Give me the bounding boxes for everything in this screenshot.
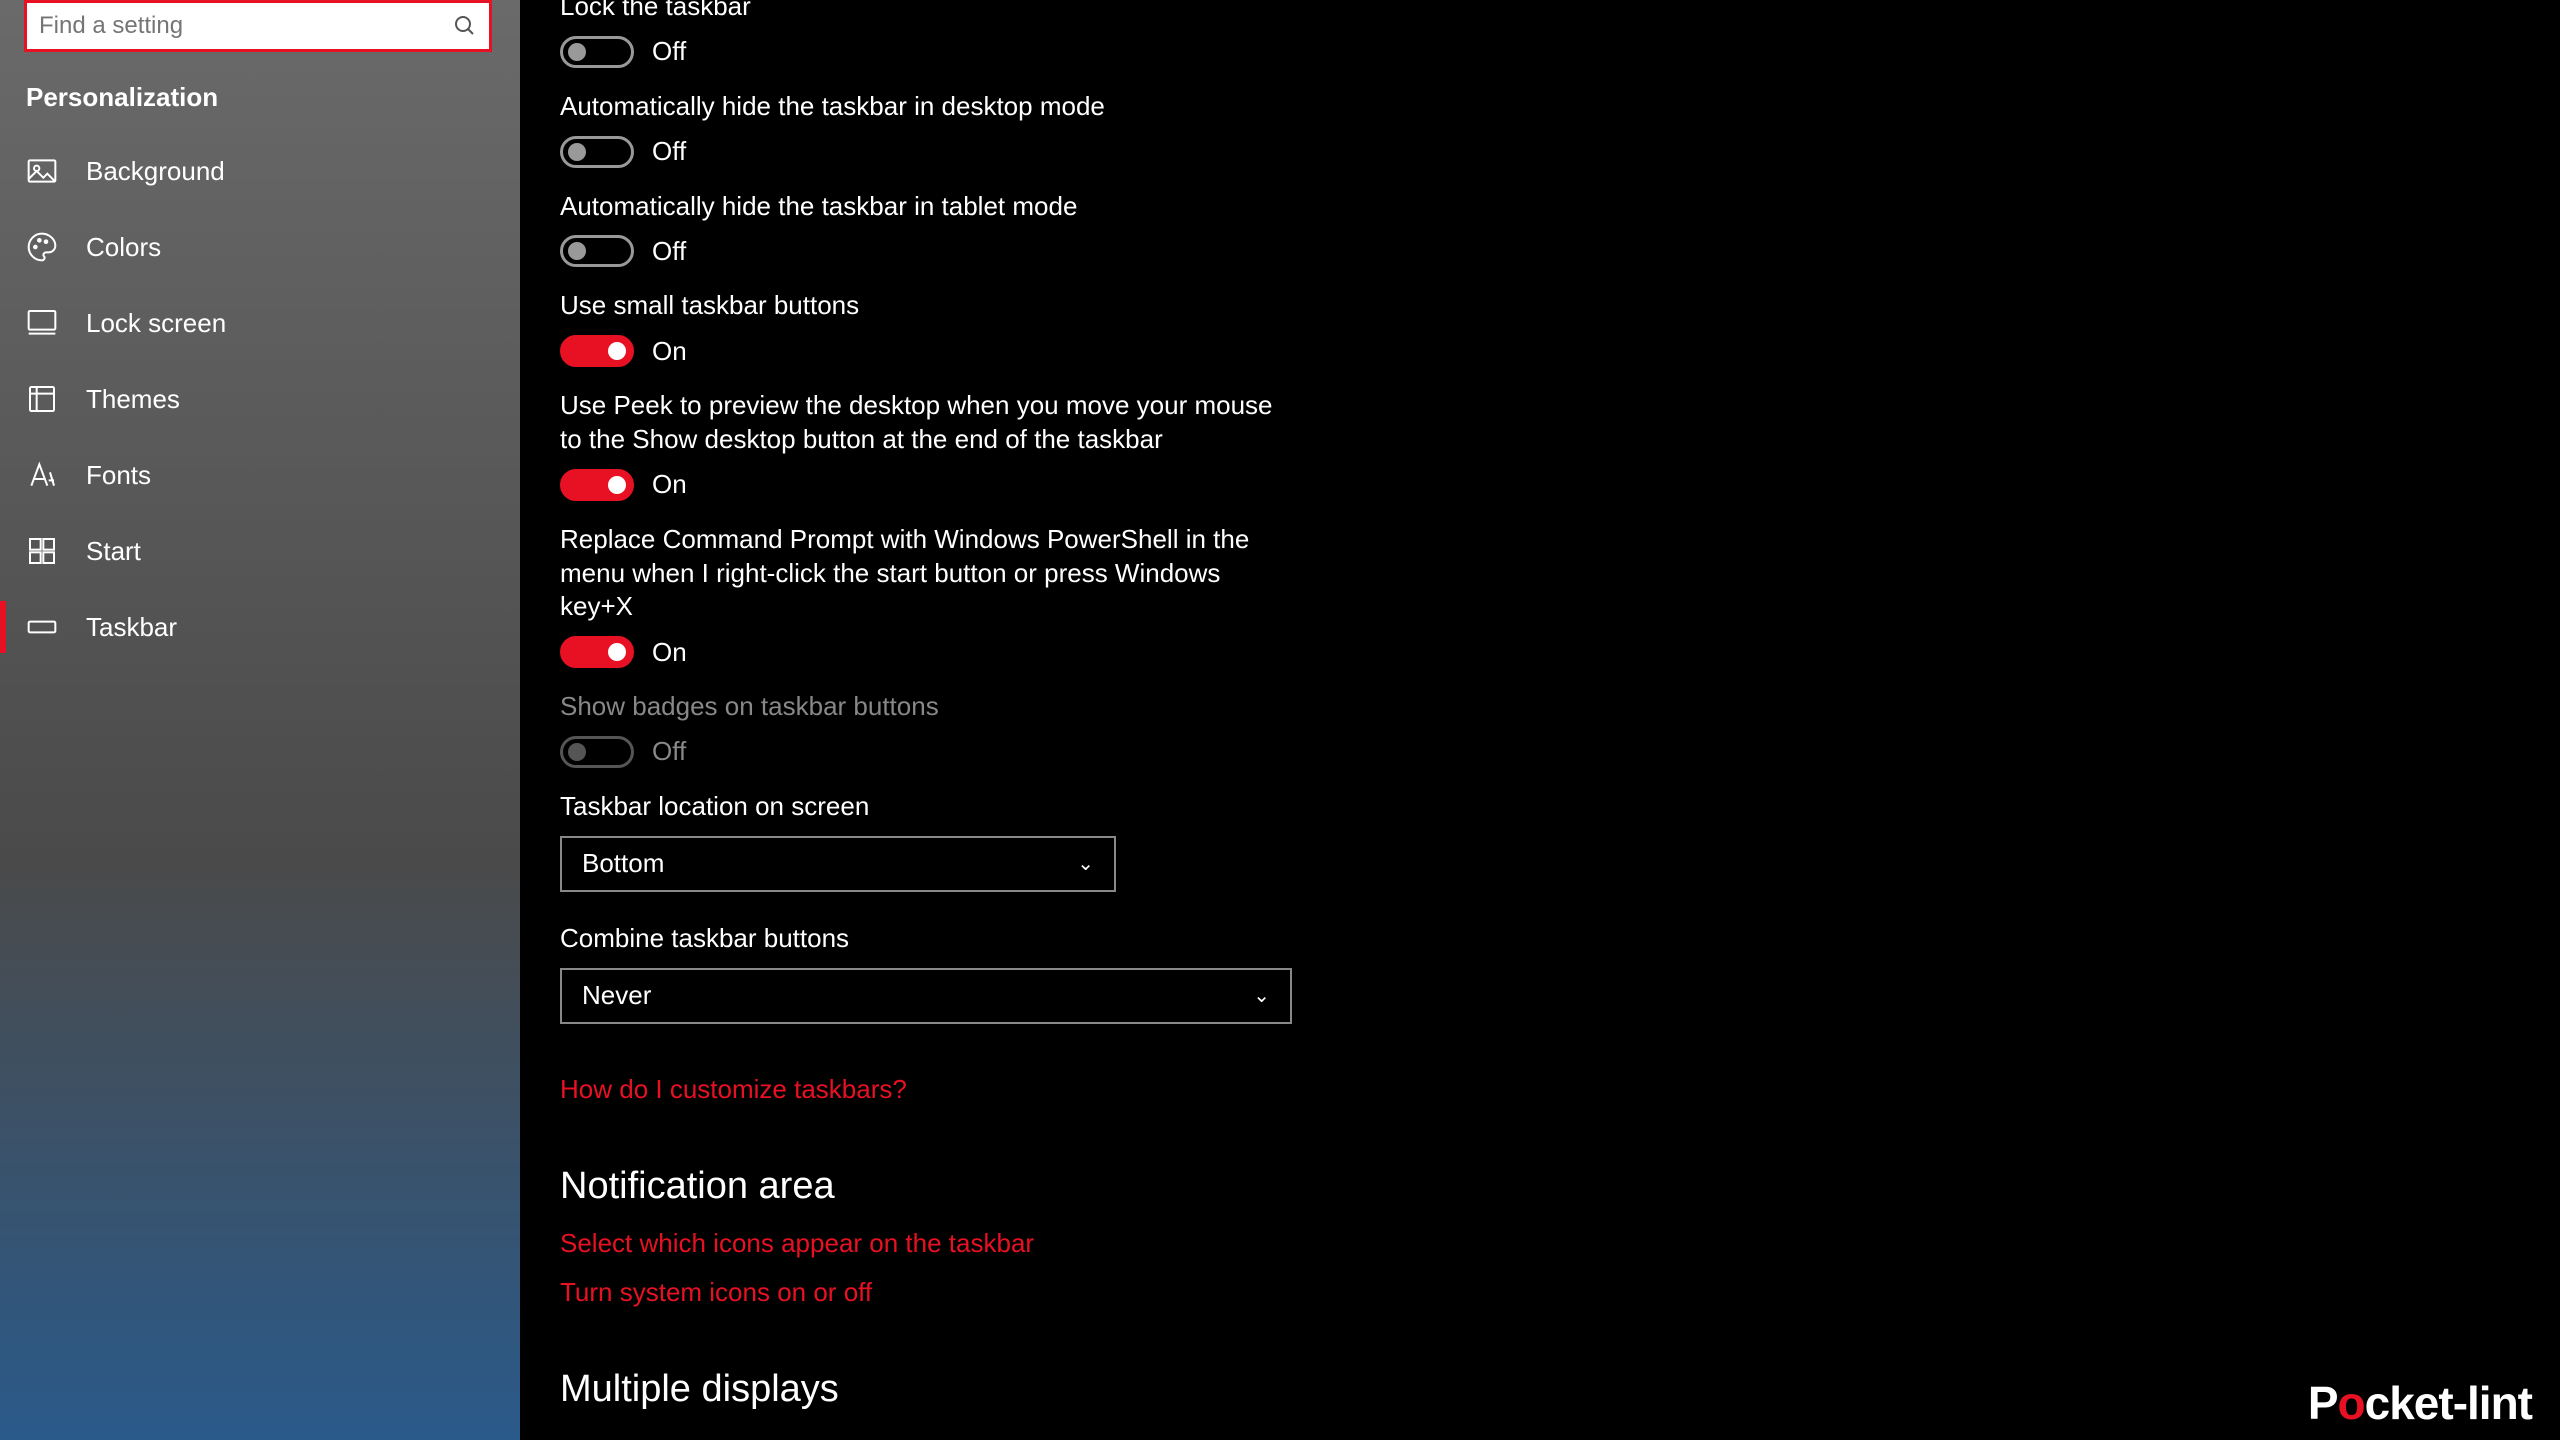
sidebar-item-label: Start [86, 536, 141, 567]
watermark: Pocket-lint [2308, 1376, 2532, 1430]
sidebar-item-themes[interactable]: Themes [0, 361, 520, 437]
search-icon [453, 14, 477, 38]
section-title: Personalization [0, 52, 520, 133]
setting-small-buttons: Use small taskbar buttons On [560, 289, 2520, 367]
heading-multiple-displays: Multiple displays [560, 1368, 2520, 1411]
dropdown-combine[interactable]: Never ⌄ [560, 968, 1292, 1024]
link-system-icons[interactable]: Turn system icons on or off [560, 1277, 2520, 1308]
setting-label: Taskbar location on screen [560, 790, 1280, 824]
setting-label: Combine taskbar buttons [560, 922, 1280, 956]
sidebar-item-label: Fonts [86, 460, 151, 491]
setting-label: Automatically hide the taskbar in deskto… [560, 90, 1280, 124]
toggle-state: On [652, 469, 687, 500]
search-box[interactable] [24, 0, 492, 52]
toggle-small-buttons[interactable] [560, 335, 634, 367]
themes-icon [26, 383, 58, 415]
palette-icon [26, 231, 58, 263]
toggle-lock-taskbar[interactable] [560, 36, 634, 68]
setting-label: Use Peek to preview the desktop when you… [560, 389, 1280, 457]
sidebar-item-taskbar[interactable]: Taskbar [0, 589, 520, 665]
setting-label: Use small taskbar buttons [560, 289, 1280, 323]
taskbar-icon [26, 611, 58, 643]
setting-lock-taskbar: Lock the taskbar Off [560, 0, 2520, 68]
sidebar-item-lock-screen[interactable]: Lock screen [0, 285, 520, 361]
link-customize-taskbars[interactable]: How do I customize taskbars? [560, 1074, 907, 1105]
chevron-down-icon: ⌄ [1077, 851, 1094, 876]
dropdown-value: Bottom [582, 848, 664, 879]
start-icon [26, 535, 58, 567]
heading-notification-area: Notification area [560, 1165, 2520, 1208]
setting-label: Replace Command Prompt with Windows Powe… [560, 523, 1280, 624]
setting-label: Show badges on taskbar buttons [560, 690, 1280, 724]
content-area: Lock the taskbar Off Automatically hide … [520, 0, 2560, 1440]
sidebar-item-colors[interactable]: Colors [0, 209, 520, 285]
setting-label: Automatically hide the taskbar in tablet… [560, 190, 1280, 224]
sidebar-item-fonts[interactable]: Fonts [0, 437, 520, 513]
sidebar-item-label: Themes [86, 384, 180, 415]
lock-screen-icon [26, 307, 58, 339]
setting-badges: Show badges on taskbar buttons Off [560, 690, 2520, 768]
toggle-state: Off [652, 236, 686, 267]
toggle-state: On [652, 336, 687, 367]
sidebar-item-label: Colors [86, 232, 161, 263]
sidebar-item-label: Lock screen [86, 308, 226, 339]
toggle-badges [560, 736, 634, 768]
setting-powershell: Replace Command Prompt with Windows Powe… [560, 523, 2520, 668]
link-select-icons[interactable]: Select which icons appear on the taskbar [560, 1228, 2520, 1259]
toggle-peek[interactable] [560, 469, 634, 501]
toggle-hide-tablet[interactable] [560, 235, 634, 267]
setting-combine: Combine taskbar buttons Never ⌄ [560, 922, 2520, 1024]
dropdown-value: Never [582, 980, 651, 1011]
toggle-state: Off [652, 36, 686, 67]
fonts-icon [26, 459, 58, 491]
toggle-state: Off [652, 136, 686, 167]
setting-hide-tablet: Automatically hide the taskbar in tablet… [560, 190, 2520, 268]
toggle-hide-desktop[interactable] [560, 136, 634, 168]
toggle-state: On [652, 637, 687, 668]
sidebar-item-background[interactable]: Background [0, 133, 520, 209]
setting-hide-desktop: Automatically hide the taskbar in deskto… [560, 90, 2520, 168]
sidebar-item-label: Background [86, 156, 225, 187]
picture-icon [26, 155, 58, 187]
sidebar-item-start[interactable]: Start [0, 513, 520, 589]
sidebar-item-label: Taskbar [86, 612, 177, 643]
setting-peek: Use Peek to preview the desktop when you… [560, 389, 2520, 501]
toggle-powershell[interactable] [560, 636, 634, 668]
chevron-down-icon: ⌄ [1253, 983, 1270, 1008]
setting-label: Lock the taskbar [560, 0, 1280, 24]
dropdown-location[interactable]: Bottom ⌄ [560, 836, 1116, 892]
sidebar: Personalization Background Colors Lock s… [0, 0, 520, 1440]
toggle-state: Off [652, 736, 686, 767]
setting-location: Taskbar location on screen Bottom ⌄ [560, 790, 2520, 892]
search-input[interactable] [39, 12, 453, 40]
